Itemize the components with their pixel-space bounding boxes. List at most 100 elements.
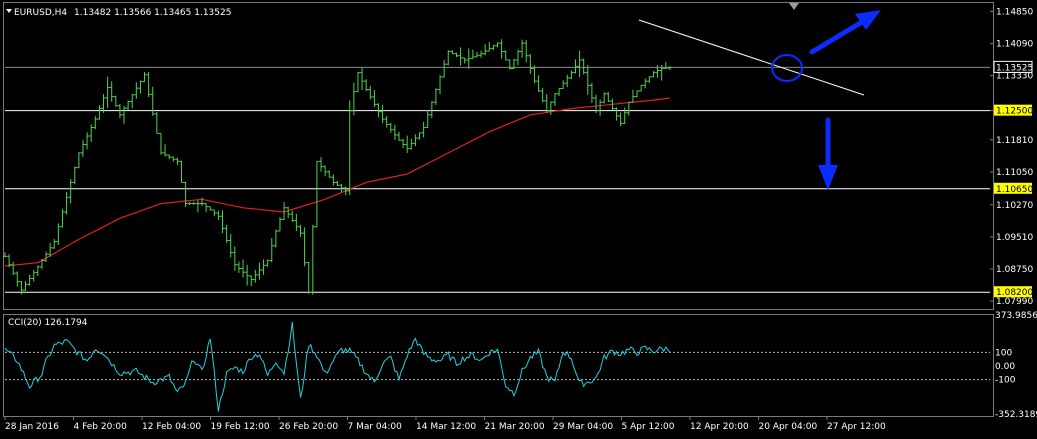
ohlc-values: 1.13482 1.13566 1.13465 1.13525 — [74, 8, 231, 18]
price-bar — [577, 50, 582, 78]
time-tick-label: 7 Mar 04:00 — [348, 422, 403, 432]
price-bar — [212, 209, 217, 217]
price-bar — [27, 274, 32, 286]
price-bar — [470, 49, 475, 59]
price-bar — [438, 75, 443, 95]
time-tick-label: 12 Feb 04:00 — [142, 422, 201, 432]
price-bar — [302, 227, 307, 267]
price-bar — [273, 229, 278, 248]
price-bar — [598, 99, 603, 116]
price-bar — [294, 213, 299, 232]
price-bar — [364, 79, 369, 92]
annotations — [638, 3, 881, 190]
price-bar — [421, 121, 426, 138]
price-bar — [265, 259, 270, 267]
price-bar — [154, 112, 159, 134]
price-bar — [126, 100, 131, 110]
price-bar — [105, 76, 110, 108]
price-bar — [68, 179, 73, 204]
price-bar — [466, 48, 471, 69]
price-bar — [241, 259, 246, 278]
trendline[interactable] — [638, 19, 865, 96]
price-bar — [622, 107, 627, 124]
price-bar — [183, 181, 188, 207]
up-arrow-icon[interactable] — [809, 10, 881, 55]
price-bar — [64, 192, 69, 215]
down-arrow-icon[interactable] — [818, 117, 838, 190]
price-bar — [626, 101, 631, 116]
price-bar — [150, 86, 155, 116]
price-bar — [56, 223, 61, 245]
price-bar — [232, 246, 237, 271]
price-bar — [483, 44, 488, 56]
price-bar — [561, 80, 566, 89]
price-bar — [573, 59, 578, 74]
price-bar — [397, 131, 401, 141]
time-tick-label: 27 Apr 12:00 — [827, 422, 886, 432]
price-bar — [179, 160, 184, 183]
price-bar — [347, 100, 352, 196]
collapse-triangle-icon[interactable] — [6, 9, 12, 13]
price-bar — [319, 157, 324, 172]
time-tick-label: 19 Feb 12:00 — [211, 422, 270, 432]
time-tick-label: 5 Apr 12:00 — [622, 422, 675, 432]
price-bar — [3, 252, 7, 258]
price-bar — [208, 206, 213, 211]
price-bar — [647, 75, 652, 83]
time-tick-label: 29 Mar 04:00 — [553, 422, 613, 432]
chart-window: 373.9856 100 0.00 -100 -352.3189 1.14850 1.14… — [0, 0, 1037, 439]
price-bar — [495, 42, 500, 48]
price-bars — [3, 39, 672, 295]
time-tick-label: 14 Mar 12:00 — [416, 422, 476, 432]
price-bar — [429, 101, 434, 119]
price-bar — [614, 107, 619, 121]
price-bar — [409, 138, 414, 150]
chart-labels: EURUSD,H4 1.13482 1.13566 1.13465 1.1352… — [6, 8, 231, 328]
level-tag: 1.12500 — [994, 104, 1033, 117]
price-bar — [80, 140, 85, 158]
price-bar — [540, 87, 545, 103]
price-bar — [314, 160, 319, 228]
time-tick-label: 21 Mar 20:00 — [485, 422, 545, 432]
price-bar — [413, 134, 418, 147]
svg-text:1.13525: 1.13525 — [996, 63, 1033, 73]
price-bar — [639, 84, 644, 92]
price-bar — [101, 94, 106, 113]
highlight-circle[interactable] — [771, 54, 803, 82]
price-tick-label: 1.07990 — [996, 297, 1033, 307]
price-tick-label: 1.11810 — [996, 136, 1033, 146]
price-bar — [516, 49, 521, 66]
price-bar — [565, 74, 570, 88]
price-tick-label: 1.10270 — [996, 201, 1033, 211]
price-bar — [93, 116, 98, 130]
price-bar — [269, 238, 274, 263]
price-bar — [195, 200, 200, 213]
chart-title: EURUSD,H4 1.13482 1.13566 1.13465 1.1352… — [14, 8, 231, 18]
price-bar — [569, 70, 574, 80]
price-bar — [290, 210, 295, 222]
price-bar — [585, 65, 590, 95]
price-bar — [109, 81, 114, 102]
time-tick-label: 12 Apr 20:00 — [690, 422, 749, 432]
scroll-marker-icon[interactable] — [789, 3, 799, 10]
price-bar — [499, 39, 504, 59]
price-bar — [458, 47, 463, 66]
price-chart[interactable]: 373.9856 100 0.00 -100 -352.3189 1.14850 1.14… — [0, 0, 1037, 439]
price-bar — [298, 224, 303, 237]
price-bar — [277, 217, 282, 232]
level-tag: 1.08200 — [994, 286, 1033, 298]
cci-tick-label: -352.3189 — [995, 410, 1037, 420]
price-bar — [158, 132, 163, 155]
price-bar — [487, 42, 492, 52]
price-bar — [163, 144, 168, 157]
time-axis: 28 Jan 2016 4 Feb 20:00 12 Feb 04:00 19 Feb… — [4, 416, 886, 432]
price-bar — [548, 101, 553, 115]
price-bar — [339, 183, 344, 193]
price-bar — [134, 82, 139, 99]
price-bar — [23, 281, 28, 291]
price-bar — [507, 59, 512, 70]
price-bar — [187, 201, 192, 206]
cci-tick-label: 100 — [995, 348, 1012, 358]
time-tick-label: 20 Apr 04:00 — [759, 422, 818, 432]
price-bar — [491, 45, 496, 50]
